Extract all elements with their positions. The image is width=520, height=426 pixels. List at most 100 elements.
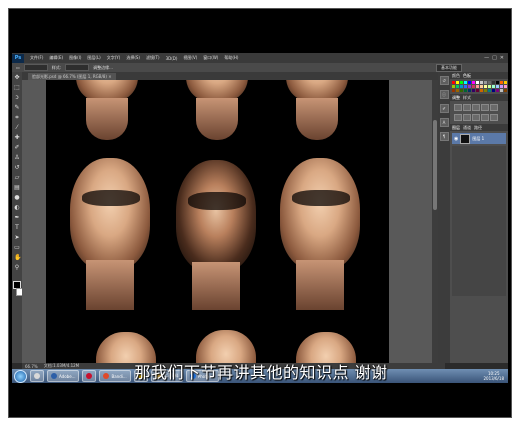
color-swatch[interactable] — [464, 89, 467, 92]
color-swatch[interactable] — [480, 89, 483, 92]
clone-stamp-icon[interactable]: ♙ — [14, 155, 20, 161]
color-swatch[interactable] — [484, 81, 487, 84]
color-swatch[interactable] — [456, 81, 459, 84]
scrollbar-thumb[interactable] — [433, 120, 437, 210]
menu-select[interactable]: 选择(S) — [123, 55, 143, 61]
brush-tool-icon[interactable]: ✐ — [14, 145, 20, 151]
eyedropper-tool-icon[interactable]: ⁄ — [14, 125, 20, 131]
color-swatch[interactable] — [460, 85, 463, 88]
color-swatch[interactable] — [484, 89, 487, 92]
lasso-tool-icon[interactable]: ↄ — [14, 95, 20, 101]
color-swatch[interactable] — [480, 81, 483, 84]
color-swatch[interactable] — [488, 89, 491, 92]
history-panel-icon[interactable]: ↺ — [439, 76, 449, 85]
menu-layer[interactable]: 图层(L) — [84, 55, 103, 61]
refine-edge-button[interactable]: 调整边缘... — [93, 65, 113, 71]
tab-paths[interactable]: 路径 — [474, 125, 482, 131]
menu-3d[interactable]: 3D(D) — [163, 56, 181, 61]
eraser-tool-icon[interactable]: ▱ — [14, 175, 20, 181]
vibrance-icon[interactable] — [490, 104, 498, 111]
menu-file[interactable]: 文件(F) — [27, 55, 46, 61]
color-swatch[interactable] — [492, 81, 495, 84]
color-swatch[interactable] — [488, 81, 491, 84]
path-select-icon[interactable]: ➤ — [14, 235, 20, 241]
shape-tool-icon[interactable]: ▭ — [14, 245, 20, 251]
color-swatch[interactable] — [484, 85, 487, 88]
tab-close-icon[interactable]: ✕ — [108, 74, 111, 79]
menu-window[interactable]: 窗口(W) — [200, 55, 221, 61]
color-swatch[interactable] — [464, 81, 467, 84]
healing-brush-icon[interactable]: ✚ — [14, 135, 20, 141]
color-swatch[interactable] — [464, 85, 467, 88]
color-swatch[interactable] — [468, 81, 471, 84]
color-swatch[interactable] — [504, 81, 507, 84]
crop-tool-icon[interactable]: ⌗ — [14, 115, 20, 121]
brush-panel-icon[interactable]: ✐ — [439, 104, 449, 113]
color-swatch[interactable] — [472, 85, 475, 88]
tab-swatches[interactable]: 色板 — [463, 73, 471, 79]
marquee-tool-icon[interactable]: ▭ — [16, 65, 20, 70]
color-swatch[interactable] — [452, 81, 455, 84]
channel-mixer-icon[interactable] — [490, 114, 498, 121]
exposure-icon[interactable] — [481, 104, 489, 111]
color-swatch[interactable] — [456, 89, 459, 92]
menu-edit[interactable]: 编辑(E) — [46, 55, 66, 61]
history-brush-icon[interactable]: ↺ — [14, 165, 20, 171]
color-balance-icon[interactable] — [463, 114, 471, 121]
document-canvas[interactable] — [46, 80, 389, 363]
color-swatch[interactable] — [452, 85, 455, 88]
eye-icon[interactable]: ◉ — [454, 136, 458, 142]
color-swatch[interactable] — [460, 89, 463, 92]
marquee-tool-icon[interactable]: ⬚ — [14, 85, 20, 91]
color-swatch[interactable] — [492, 89, 495, 92]
zoom-tool-icon[interactable]: ⚲ — [14, 265, 20, 271]
color-swatch[interactable] — [492, 85, 495, 88]
menu-help[interactable]: 帮助(H) — [221, 55, 241, 61]
layer-row[interactable]: ◉ 图层 1 — [452, 133, 506, 144]
close-icon[interactable]: ✕ — [500, 55, 504, 61]
curves-icon[interactable] — [472, 104, 480, 111]
properties-panel-icon[interactable]: ⓘ — [439, 90, 449, 99]
blur-tool-icon[interactable]: ● — [14, 195, 20, 201]
color-swatch[interactable] — [468, 89, 471, 92]
document-tab[interactable]: 脸部光影.psd @ 66.7% (图层 1, RGB/8) ✕ — [28, 72, 116, 80]
menu-image[interactable]: 图像(I) — [66, 55, 84, 61]
workspace-select[interactable]: 基本功能 — [436, 63, 462, 72]
color-swatch[interactable] — [496, 89, 499, 92]
brightness-icon[interactable] — [454, 104, 462, 111]
canvas-area[interactable] — [22, 80, 442, 363]
color-swatch[interactable] — [460, 81, 463, 84]
hand-tool-icon[interactable]: ✋ — [14, 255, 21, 261]
black-white-icon[interactable] — [472, 114, 480, 121]
hue-saturation-icon[interactable] — [454, 114, 462, 121]
color-swatch[interactable] — [504, 85, 507, 88]
pen-tool-icon[interactable]: ✒ — [14, 215, 20, 221]
color-swatch[interactable] — [500, 81, 503, 84]
color-swatch[interactable] — [452, 89, 455, 92]
color-swatch[interactable] — [476, 85, 479, 88]
color-swatch[interactable] — [500, 85, 503, 88]
menu-filter[interactable]: 滤镜(T) — [143, 55, 163, 61]
color-swatch[interactable] — [496, 81, 499, 84]
character-panel-icon[interactable]: A — [439, 118, 449, 127]
quick-select-tool-icon[interactable]: ✎ — [14, 105, 20, 111]
type-tool-icon[interactable]: T — [14, 225, 20, 231]
tab-styles[interactable]: 样式 — [463, 95, 471, 101]
color-swatch[interactable] — [488, 85, 491, 88]
tab-layers[interactable]: 图层 — [452, 125, 460, 131]
color-swatch[interactable] — [480, 85, 483, 88]
gradient-tool-icon[interactable]: ▤ — [14, 185, 20, 191]
dodge-tool-icon[interactable]: ◐ — [14, 205, 20, 211]
color-swatch[interactable] — [472, 81, 475, 84]
tab-color[interactable]: 颜色 — [452, 73, 460, 79]
color-swatch[interactable] — [496, 85, 499, 88]
feather-input[interactable] — [23, 64, 48, 71]
color-swatch[interactable] — [500, 89, 503, 92]
color-swatch[interactable] — [476, 81, 479, 84]
maximize-icon[interactable]: □ — [492, 55, 497, 61]
minimize-icon[interactable]: — — [484, 55, 489, 61]
menu-type[interactable]: 文字(Y) — [104, 55, 124, 61]
tab-channels[interactable]: 通道 — [463, 125, 471, 131]
color-swatch[interactable] — [476, 89, 479, 92]
levels-icon[interactable] — [463, 104, 471, 111]
